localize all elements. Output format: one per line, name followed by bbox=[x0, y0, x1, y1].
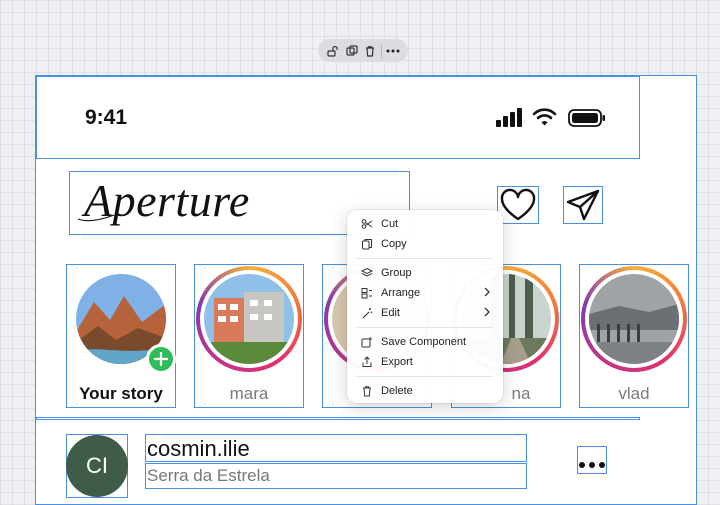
post-location[interactable]: Serra da Estrela bbox=[147, 466, 270, 486]
menu-item-label: Group bbox=[381, 267, 412, 279]
story-item[interactable]: vlad bbox=[579, 264, 689, 408]
story-item[interactable]: mara bbox=[194, 264, 304, 408]
context-menu: Cut Copy Group Arrange Edit Save Compone… bbox=[347, 210, 503, 403]
chevron-right-icon bbox=[483, 286, 491, 301]
menu-item-label: Cut bbox=[381, 218, 399, 230]
menu-item-label: Edit bbox=[381, 307, 400, 319]
menu-item-arrange[interactable]: Arrange bbox=[347, 283, 503, 303]
story-ring bbox=[581, 266, 687, 372]
menu-item-save-component[interactable]: Save Component bbox=[347, 332, 503, 352]
story-photo bbox=[204, 274, 294, 364]
menu-item-label: Export bbox=[381, 356, 413, 368]
save-component-icon bbox=[361, 336, 373, 348]
menu-item-edit[interactable]: Edit bbox=[347, 303, 503, 323]
menu-item-copy[interactable]: Copy bbox=[347, 234, 503, 254]
story-item[interactable]: Your story bbox=[66, 264, 176, 408]
scissors-icon bbox=[361, 218, 373, 230]
post-username[interactable]: cosmin.ilie bbox=[147, 436, 250, 462]
story-name: Your story bbox=[79, 384, 163, 403]
story-photo bbox=[589, 274, 679, 364]
send-icon[interactable] bbox=[565, 188, 601, 227]
toolbar-divider bbox=[381, 43, 383, 58]
story-name: vlad bbox=[618, 384, 650, 403]
add-story-button[interactable] bbox=[146, 344, 176, 374]
menu-separator bbox=[357, 258, 493, 259]
menu-item-label: Arrange bbox=[381, 287, 421, 299]
status-time: 9:41 bbox=[85, 106, 128, 129]
copy-icon bbox=[361, 238, 373, 250]
battery-icon bbox=[568, 109, 606, 132]
wifi-icon bbox=[532, 107, 557, 132]
logo-flourish bbox=[77, 214, 115, 222]
signal-icon bbox=[496, 108, 523, 132]
trash-icon bbox=[361, 385, 373, 397]
menu-item-label: Save Component bbox=[381, 336, 466, 348]
menu-item-label: Delete bbox=[381, 385, 413, 397]
menu-item-group[interactable]: Group bbox=[347, 263, 503, 283]
menu-item-cut[interactable]: Cut bbox=[347, 214, 503, 234]
duplicate-icon[interactable] bbox=[344, 43, 360, 59]
avatar[interactable]: CI bbox=[66, 435, 128, 497]
trash-icon[interactable] bbox=[362, 43, 378, 59]
story-ring bbox=[196, 266, 302, 372]
layers-icon bbox=[361, 267, 373, 279]
stories-divider-outline bbox=[36, 417, 640, 420]
menu-item-label: Copy bbox=[381, 238, 407, 250]
story-name: mara bbox=[229, 384, 269, 403]
chevron-right-icon bbox=[483, 306, 491, 321]
export-icon bbox=[361, 356, 373, 368]
plus-icon bbox=[154, 352, 168, 366]
more-icon[interactable] bbox=[385, 43, 401, 59]
heart-icon[interactable] bbox=[499, 188, 537, 227]
menu-separator bbox=[357, 327, 493, 328]
arrange-icon bbox=[361, 287, 373, 299]
menu-item-delete[interactable]: Delete bbox=[347, 381, 503, 401]
magic-wand-icon bbox=[361, 307, 373, 319]
menu-item-export[interactable]: Export bbox=[347, 352, 503, 372]
more-icon[interactable] bbox=[578, 456, 606, 474]
menu-separator bbox=[357, 376, 493, 377]
lock-open-icon[interactable] bbox=[325, 43, 341, 59]
floating-toolbar bbox=[318, 39, 408, 62]
